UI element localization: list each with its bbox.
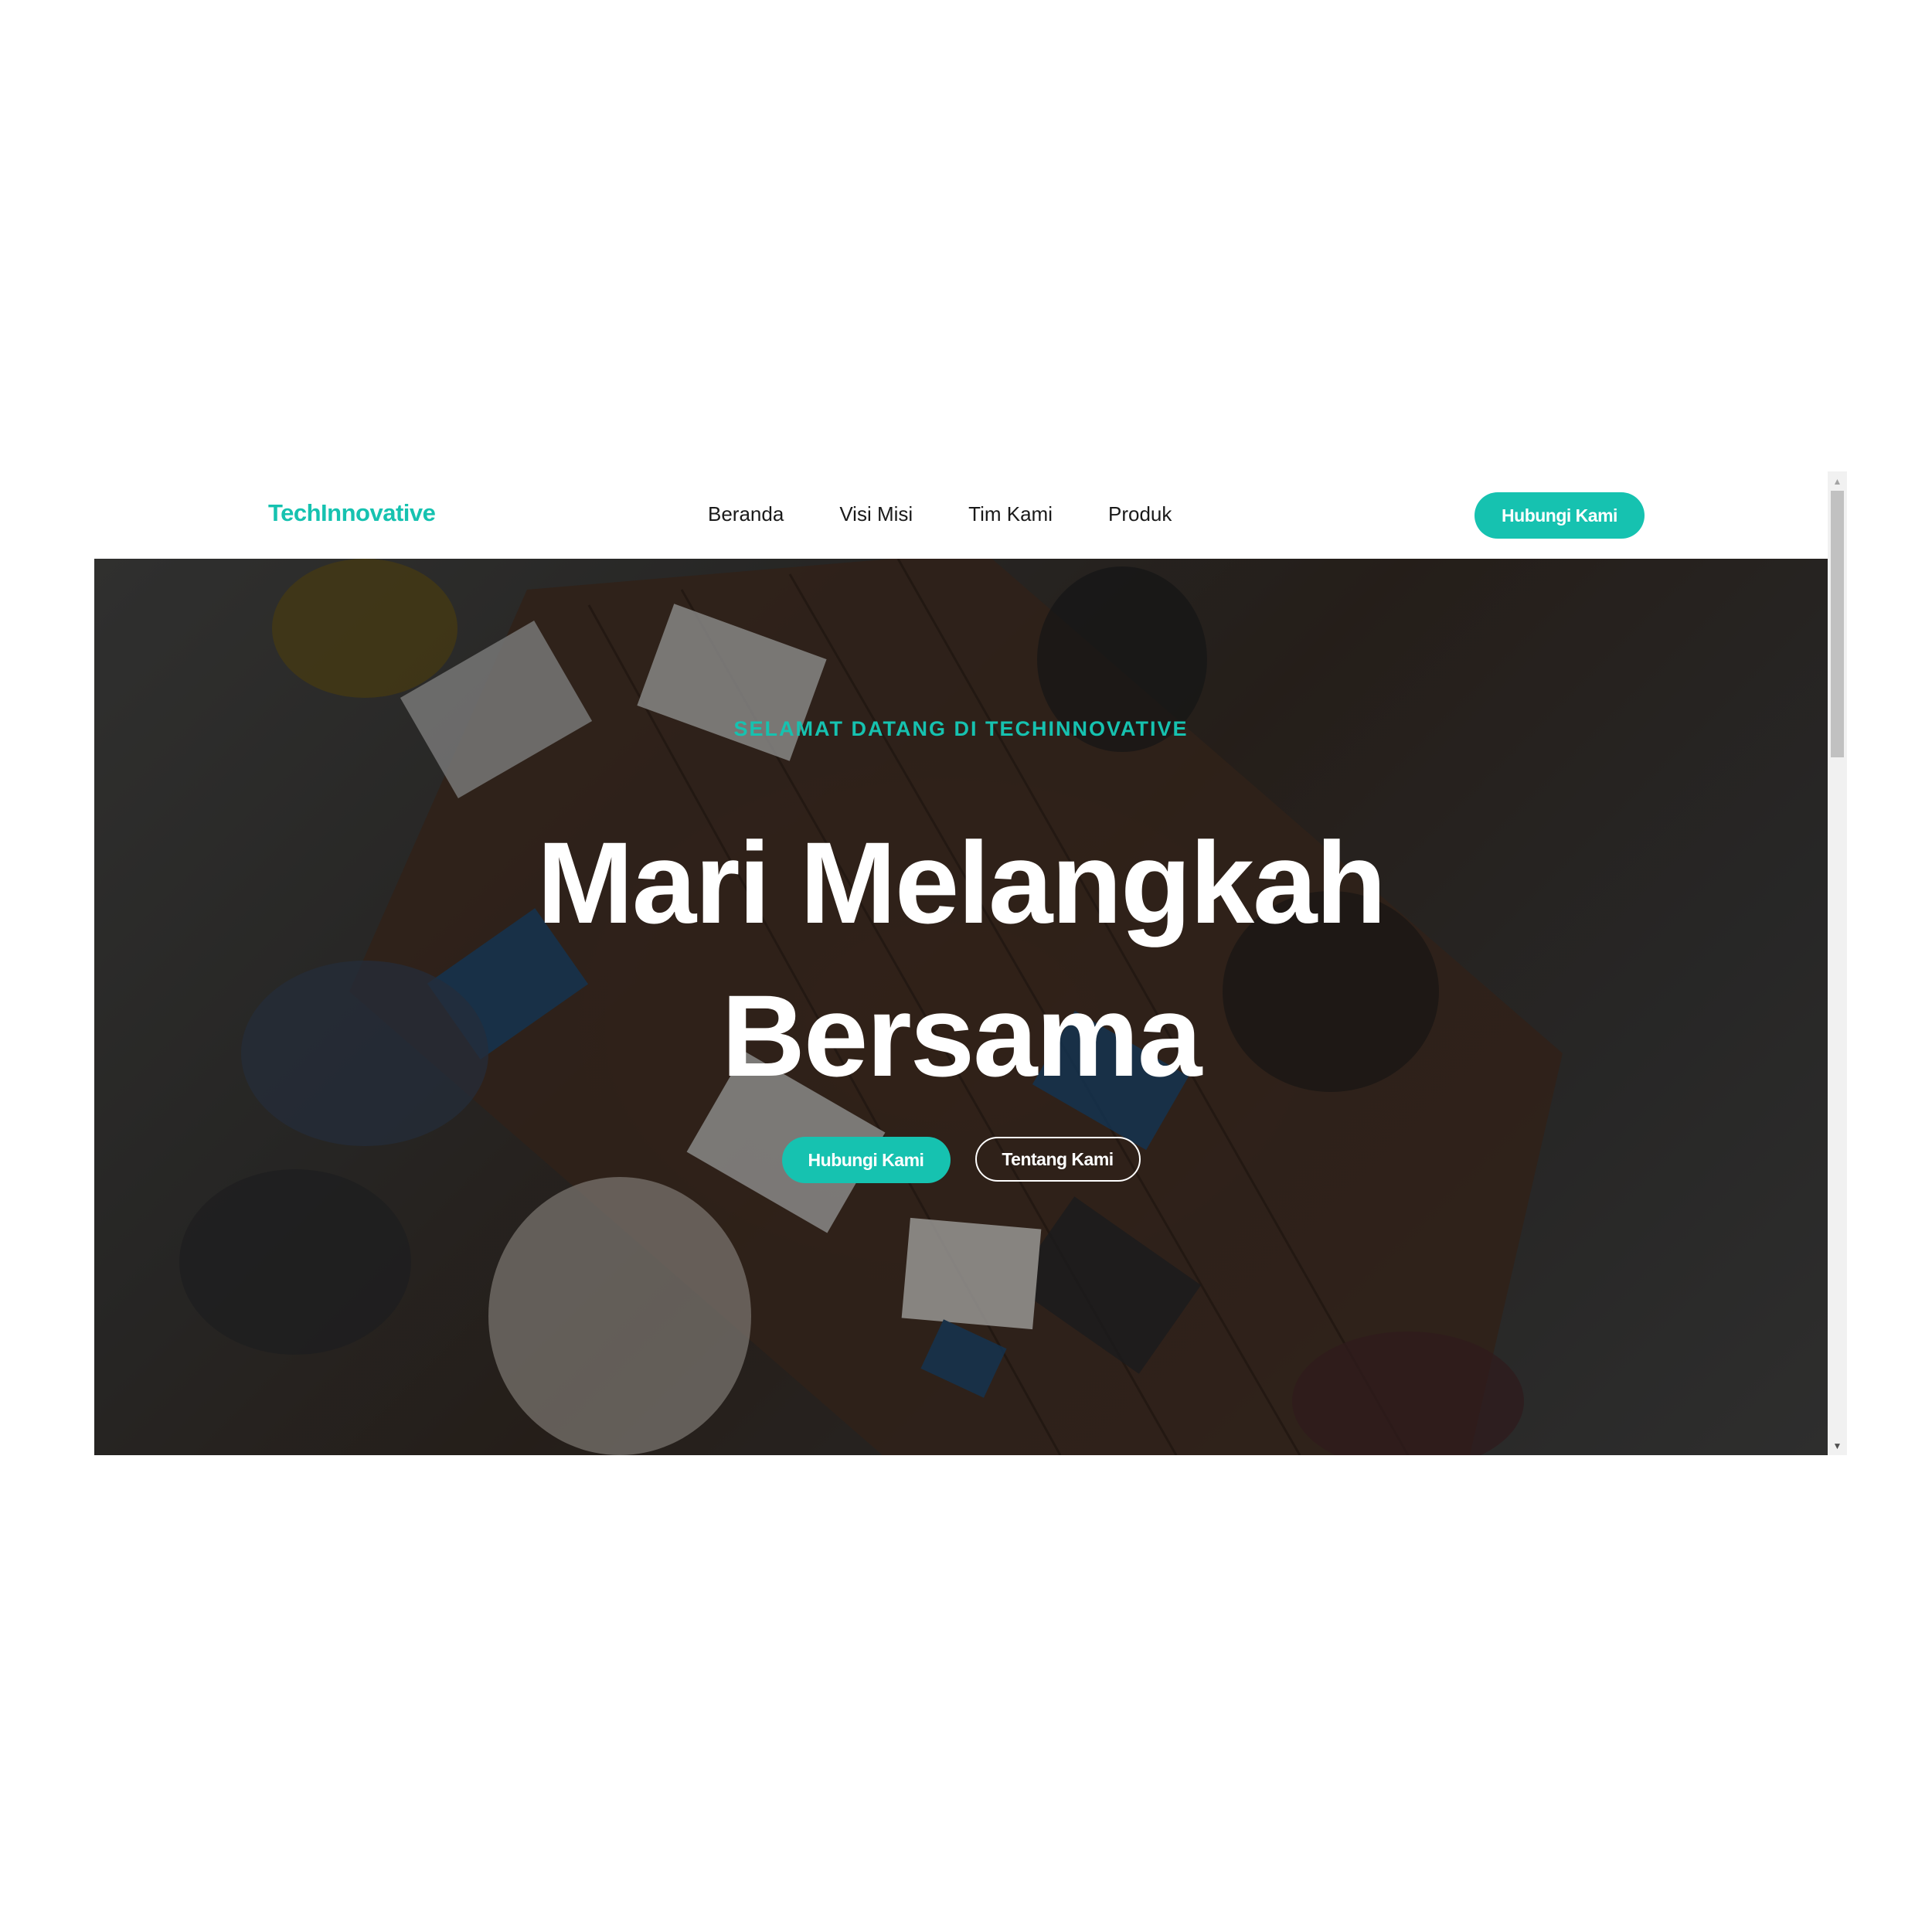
- vertical-scrollbar[interactable]: ▲ ▼: [1828, 471, 1847, 1455]
- chevron-up-icon[interactable]: ▲: [1828, 471, 1847, 491]
- nav-link-tim-kami[interactable]: Tim Kami: [968, 502, 1053, 526]
- hero-headline-line2: Bersama: [721, 971, 1202, 1100]
- hero-about-button[interactable]: Tentang Kami: [975, 1137, 1141, 1182]
- browser-frame: TechInnovative Beranda Visi Misi Tim Kam…: [94, 471, 1847, 1455]
- hero-contact-button[interactable]: Hubungi Kami: [781, 1137, 951, 1183]
- hero-eyebrow: SELAMAT DATANG DI TECHINNOVATIVE: [733, 717, 1189, 740]
- nav-links: Beranda Visi Misi Tim Kami Produk: [708, 502, 1227, 526]
- nav-link-beranda[interactable]: Beranda: [708, 502, 784, 526]
- hero-section: SELAMAT DATANG DI TECHINNOVATIVE Mari Me…: [94, 559, 1828, 1455]
- nav-link-visi-misi[interactable]: Visi Misi: [839, 502, 913, 526]
- nav-link-produk[interactable]: Produk: [1108, 502, 1172, 526]
- hero-headline: Mari Melangkah Bersama: [94, 806, 1828, 1112]
- nav-contact-button[interactable]: Hubungi Kami: [1475, 492, 1645, 539]
- hero-headline-line1: Mari Melangkah: [536, 818, 1386, 947]
- scrollbar-thumb[interactable]: [1831, 491, 1844, 757]
- hero-content: SELAMAT DATANG DI TECHINNOVATIVE Mari Me…: [94, 559, 1828, 1455]
- brand-logo[interactable]: TechInnovative: [268, 499, 436, 527]
- navbar: TechInnovative Beranda Visi Misi Tim Kam…: [94, 471, 1828, 559]
- hero-buttons: Hubungi Kami Tentang Kami: [94, 1137, 1828, 1183]
- chevron-down-icon[interactable]: ▼: [1828, 1436, 1847, 1455]
- page-viewport: TechInnovative Beranda Visi Misi Tim Kam…: [94, 471, 1828, 1455]
